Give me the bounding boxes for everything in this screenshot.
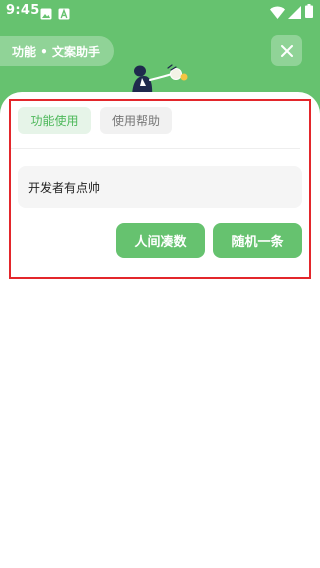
signal-icon xyxy=(288,4,301,23)
status-time: 9:45 xyxy=(6,3,40,18)
copy-text-box[interactable]: 开发者有点帅 xyxy=(18,166,302,208)
content-sheet xyxy=(0,92,320,568)
close-icon xyxy=(280,44,293,57)
image-icon xyxy=(40,5,52,24)
status-bar: 9:45 xyxy=(0,0,320,24)
a-icon xyxy=(58,5,70,24)
copy-text: 开发者有点帅 xyxy=(28,180,101,195)
wifi-icon xyxy=(270,4,285,23)
title-pill: 功能 • 文案助手 xyxy=(0,36,114,66)
close-button[interactable] xyxy=(271,35,302,66)
filler-button[interactable]: 人间凑数 xyxy=(116,223,205,258)
screen: 9:45 功能 • 文案助手 功能使用 使用帮助 开发者有点帅 人间凑数 随机一… xyxy=(0,0,320,568)
page-title: 功能 • 文案助手 xyxy=(12,44,101,59)
tab-usage-help[interactable]: 使用帮助 xyxy=(100,107,172,134)
divider xyxy=(10,148,300,149)
random-one-button[interactable]: 随机一条 xyxy=(213,223,302,258)
tab-function-use[interactable]: 功能使用 xyxy=(18,107,91,134)
battery-icon xyxy=(305,3,313,22)
